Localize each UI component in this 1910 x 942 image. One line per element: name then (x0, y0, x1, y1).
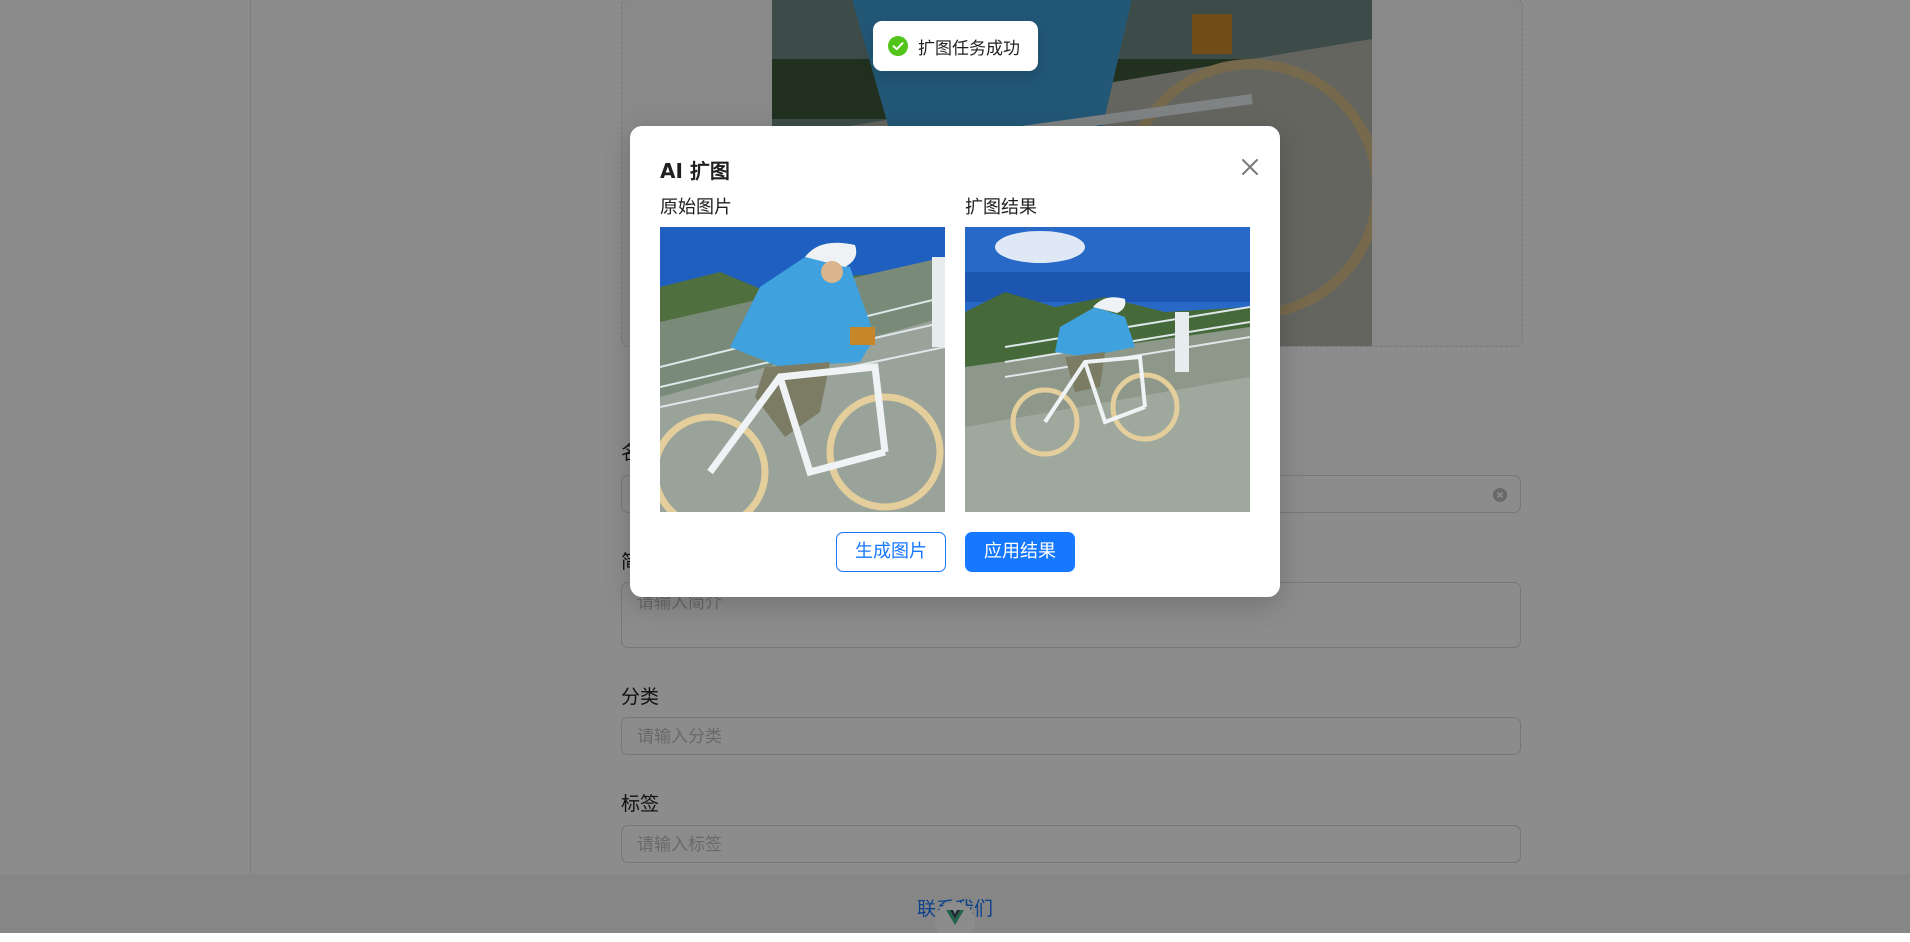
ai-outpaint-modal: AI 扩图 原始图片 扩图结果 生成图片 应用结果 (630, 126, 1280, 597)
generate-image-button[interactable]: 生成图片 (836, 532, 946, 572)
toast-message: 扩图任务成功 (918, 38, 1020, 59)
check-circle-icon (888, 36, 908, 56)
modal-title: AI 扩图 (660, 159, 730, 183)
close-icon[interactable] (1235, 152, 1265, 182)
original-image (660, 227, 945, 512)
result-image-label: 扩图结果 (965, 197, 1037, 218)
original-image-label: 原始图片 (660, 197, 732, 218)
success-toast: 扩图任务成功 (873, 21, 1038, 71)
result-image (965, 227, 1250, 512)
apply-result-button[interactable]: 应用结果 (965, 532, 1075, 572)
